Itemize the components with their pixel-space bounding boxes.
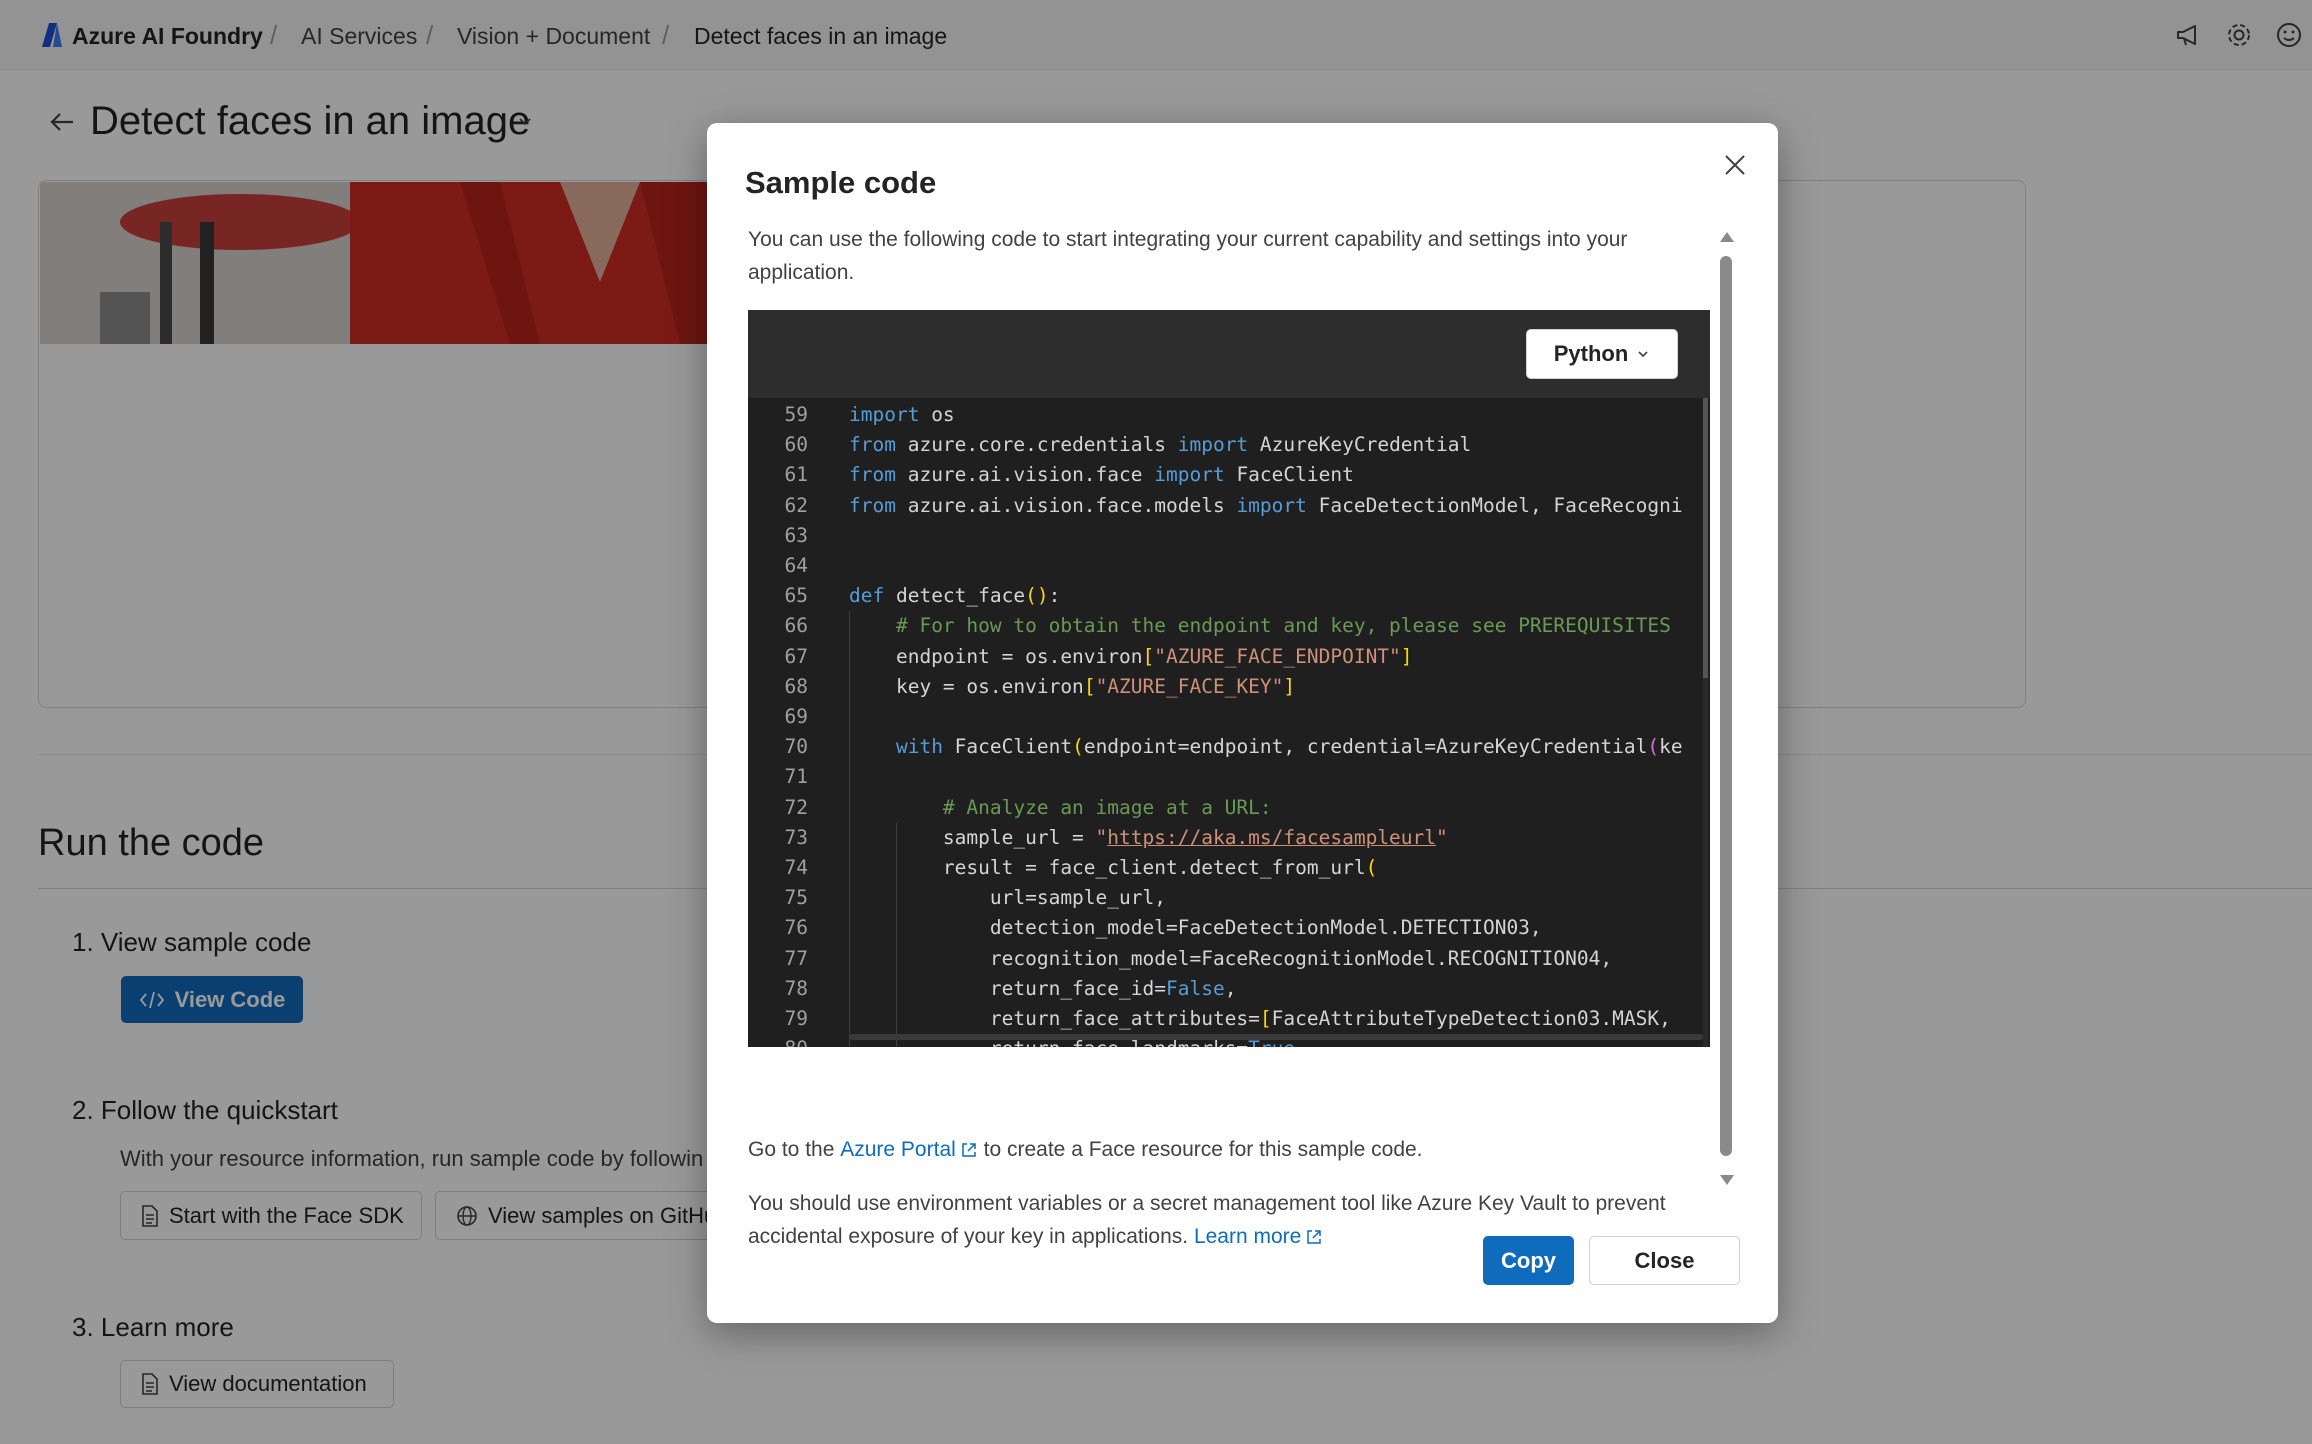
dialog-close-button[interactable] bbox=[1715, 145, 1755, 185]
code-line: 75 url=sample_url, bbox=[748, 883, 1710, 913]
code-line: 71 bbox=[748, 762, 1710, 792]
code-line: 61 from azure.ai.vision.face import FaceC… bbox=[748, 460, 1710, 490]
language-label: Python bbox=[1553, 341, 1629, 366]
line-number: 79 bbox=[784, 1007, 808, 1030]
language-dropdown[interactable]: Python bbox=[1526, 329, 1678, 379]
line-number: 63 bbox=[784, 523, 808, 547]
code-line: 66 # For how to obtain the endpoint and … bbox=[748, 611, 1710, 641]
line-number: 67 bbox=[784, 644, 808, 668]
close-button[interactable]: Close bbox=[1589, 1236, 1740, 1285]
code-text: return_face_id=False, bbox=[849, 976, 1237, 1000]
code-text: def detect_face(): bbox=[849, 584, 1061, 608]
external-link-icon bbox=[1307, 1229, 1322, 1244]
code-line: 68 key = os.environ["AZURE_FACE_KEY"] bbox=[748, 672, 1710, 702]
code-line: 70 with FaceClient(endpoint=endpoint, cr… bbox=[748, 732, 1710, 762]
portal-note-suffix: to create a Face resource for this sampl… bbox=[983, 1138, 1423, 1161]
code-line: 62 from azure.ai.vision.face.models impor… bbox=[748, 491, 1710, 521]
code-toolbar: Python bbox=[748, 310, 1710, 398]
code-line: 78 return_face_id=False, bbox=[748, 974, 1710, 1004]
code-editor[interactable]: Python 59 import os 60 from azure.core.cred… bbox=[748, 310, 1710, 1047]
external-link-icon bbox=[962, 1142, 976, 1157]
code-text: sample_url = "https://aka.ms/facesampleu… bbox=[849, 825, 1448, 849]
code-text: endpoint = os.environ["AZURE_FACE_ENDPOI… bbox=[849, 644, 1413, 668]
dialog-description: You can use the following code to start … bbox=[748, 228, 1628, 284]
line-number: 75 bbox=[784, 886, 808, 910]
code-line: 76 detection_model=FaceDetectionModel.DE… bbox=[748, 913, 1710, 943]
code-line: 65 def detect_face(): bbox=[748, 581, 1710, 611]
indent-guide bbox=[896, 822, 897, 1047]
line-number: 68 bbox=[784, 674, 808, 698]
line-number: 76 bbox=[784, 916, 808, 940]
code-line: 60 from azure.core.credentials import Azu… bbox=[748, 430, 1710, 460]
line-number: 78 bbox=[784, 976, 808, 1000]
code-lines: 59 import os 60 from azure.core.credentials… bbox=[748, 398, 1710, 1047]
code-line: 73 sample_url = "https://aka.ms/facesamp… bbox=[748, 823, 1710, 853]
line-number: 66 bbox=[784, 614, 808, 638]
code-line: 59 import os bbox=[748, 400, 1710, 430]
code-text: result = face_client.detect_from_url( bbox=[849, 856, 1378, 879]
code-text: key = os.environ["AZURE_FACE_KEY"] bbox=[849, 674, 1296, 698]
code-text: from azure.ai.vision.face.models import … bbox=[849, 493, 1683, 517]
line-number: 65 bbox=[784, 584, 808, 608]
chevron-down-icon bbox=[1638, 351, 1648, 358]
copy-button[interactable]: Copy bbox=[1483, 1236, 1574, 1285]
code-line: 69 bbox=[748, 702, 1710, 732]
azure-portal-link-label: Azure Portal bbox=[840, 1138, 956, 1161]
line-number: 74 bbox=[784, 856, 808, 879]
code-line: 79 return_face_attributes=[FaceAttribute… bbox=[748, 1004, 1710, 1034]
scroll-up-arrow-icon[interactable] bbox=[1719, 230, 1735, 244]
learn-more-link[interactable]: Learn more bbox=[1194, 1220, 1323, 1253]
close-icon bbox=[1725, 155, 1745, 175]
code-line: 64 bbox=[748, 551, 1710, 581]
code-line: 72 # Analyze an image at a URL: bbox=[748, 793, 1710, 823]
code-line: 67 endpoint = os.environ["AZURE_FACE_END… bbox=[748, 642, 1710, 672]
scroll-down-arrow-icon[interactable] bbox=[1719, 1173, 1735, 1187]
code-scrollbar-thumb[interactable] bbox=[1703, 398, 1708, 678]
line-number: 71 bbox=[784, 765, 808, 789]
code-line: 74 result = face_client.detect_from_url( bbox=[748, 853, 1710, 883]
line-number: 60 bbox=[784, 433, 808, 457]
line-number: 72 bbox=[784, 795, 808, 819]
line-number: 69 bbox=[784, 705, 808, 728]
code-text: detection_model=FaceDetectionModel.DETEC… bbox=[849, 916, 1542, 940]
code-line: 77 recognition_model=FaceRecognitionMode… bbox=[748, 944, 1710, 974]
learn-more-label: Learn more bbox=[1193, 1225, 1302, 1248]
code-text: from azure.core.credentials import Azure… bbox=[849, 433, 1472, 457]
line-number: 59 bbox=[784, 403, 808, 426]
line-number: 62 bbox=[784, 493, 808, 517]
code-text: recognition_model=FaceRecognitionModel.R… bbox=[849, 946, 1613, 970]
azure-portal-link[interactable]: Azure Portal bbox=[840, 1133, 978, 1166]
code-text: from azure.ai.vision.face import FaceCli… bbox=[849, 463, 1354, 487]
security-note: You should use environment variables or … bbox=[748, 1187, 1728, 1253]
code-text: # For how to obtain the endpoint and key… bbox=[895, 614, 1671, 638]
code-text: return_face_attributes=[FaceAttributeTyp… bbox=[849, 1007, 1671, 1030]
line-number: 70 bbox=[784, 735, 808, 759]
line-number: 77 bbox=[784, 946, 808, 970]
portal-note-prefix: Go to the bbox=[748, 1138, 835, 1161]
code-line: 63 bbox=[748, 521, 1710, 551]
sample-code-dialog: Sample code You can use the following co… bbox=[707, 123, 1778, 1323]
line-number: 73 bbox=[784, 825, 808, 849]
indent-guide bbox=[849, 611, 850, 1047]
line-number: 64 bbox=[784, 554, 808, 577]
code-text: # Analyze an image at a URL: bbox=[942, 795, 1272, 819]
dialog-scrollbar-thumb[interactable] bbox=[1720, 256, 1732, 1156]
line-number: 61 bbox=[784, 463, 808, 487]
code-horizontal-scrollbar[interactable] bbox=[849, 1034, 1703, 1040]
code-text: import os bbox=[849, 403, 955, 426]
line-number: 80 bbox=[748, 1034, 808, 1047]
code-text: with FaceClient(endpoint=endpoint, crede… bbox=[895, 735, 1683, 759]
dialog-title: Sample code bbox=[745, 165, 937, 200]
portal-note: Go to the Azure Portal to create a Face … bbox=[748, 1133, 1708, 1166]
